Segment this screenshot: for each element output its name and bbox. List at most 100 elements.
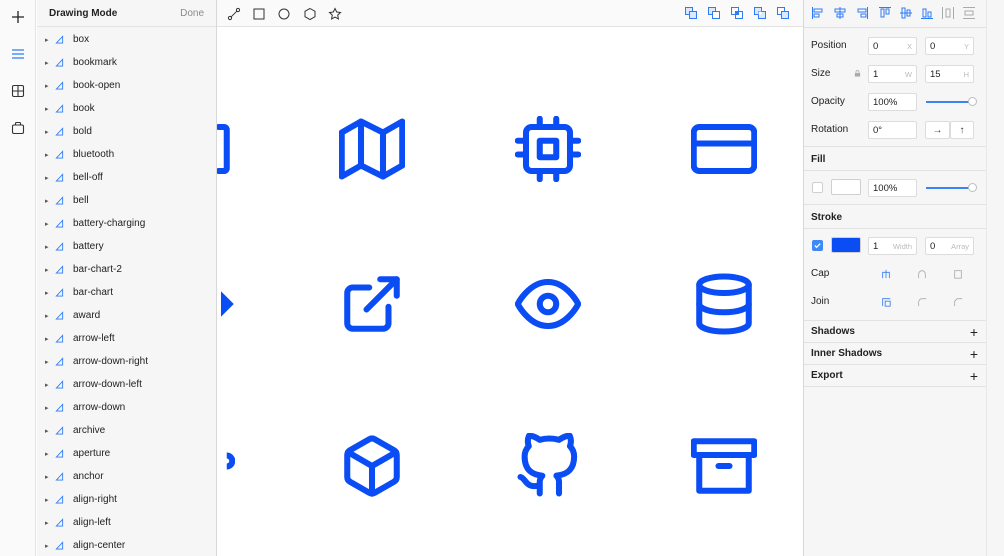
align-middle-icon[interactable] xyxy=(899,6,915,22)
add-export-button[interactable]: + xyxy=(970,369,978,383)
bag-icon[interactable] xyxy=(6,116,30,140)
height-field[interactable]: 15 H xyxy=(925,65,974,83)
layer-item[interactable]: ▸ bell xyxy=(37,189,217,212)
scrollbar[interactable] xyxy=(986,0,1004,556)
fill-opacity-slider[interactable] xyxy=(926,187,972,189)
disclosure-triangle-icon[interactable]: ▸ xyxy=(45,450,55,458)
polygon-icon[interactable] xyxy=(301,5,319,23)
disclosure-triangle-icon[interactable]: ▸ xyxy=(45,82,55,90)
layer-item[interactable]: ▸ box xyxy=(37,28,217,51)
star-icon[interactable] xyxy=(326,5,344,23)
rectangle-icon[interactable] xyxy=(250,5,268,23)
layer-item[interactable]: ▸ bar-chart xyxy=(37,281,217,304)
add-shadow-button[interactable]: + xyxy=(970,325,978,339)
disclosure-triangle-icon[interactable]: ▸ xyxy=(45,197,55,205)
disclosure-triangle-icon[interactable]: ▸ xyxy=(45,381,55,389)
opacity-slider[interactable] xyxy=(926,101,972,103)
clipped-icon[interactable] xyxy=(217,271,235,337)
cap-square-icon[interactable] xyxy=(946,266,970,282)
cpu-icon[interactable] xyxy=(514,115,582,183)
archive-icon[interactable] xyxy=(690,433,758,499)
canvas[interactable] xyxy=(217,28,803,556)
flatten-icon[interactable] xyxy=(776,6,792,22)
layer-item[interactable]: ▸ arrow-down-left xyxy=(37,373,217,396)
align-right-icon[interactable] xyxy=(855,6,871,22)
distribute-v-icon[interactable] xyxy=(962,6,978,22)
distribute-h-icon[interactable] xyxy=(941,6,957,22)
layer-item[interactable]: ▸ aperture xyxy=(37,442,217,465)
disclosure-triangle-icon[interactable]: ▸ xyxy=(45,473,55,481)
layer-item[interactable]: ▸ archive xyxy=(37,419,217,442)
disclosure-triangle-icon[interactable]: ▸ xyxy=(45,289,55,297)
disclosure-triangle-icon[interactable]: ▸ xyxy=(45,519,55,527)
box-icon[interactable] xyxy=(339,433,405,499)
cap-butt-icon[interactable] xyxy=(874,266,898,282)
lock-icon[interactable] xyxy=(854,70,861,79)
disclosure-triangle-icon[interactable]: ▸ xyxy=(45,220,55,228)
map-icon[interactable] xyxy=(338,116,406,182)
disclosure-triangle-icon[interactable]: ▸ xyxy=(45,128,55,136)
disclosure-triangle-icon[interactable]: ▸ xyxy=(45,496,55,504)
layer-item[interactable]: ▸ align-center xyxy=(37,534,217,556)
align-top-icon[interactable] xyxy=(878,6,894,22)
fill-opacity-field[interactable]: 100% xyxy=(868,179,917,197)
align-bottom-icon[interactable] xyxy=(920,6,936,22)
disclosure-triangle-icon[interactable]: ▸ xyxy=(45,358,55,366)
disclosure-triangle-icon[interactable]: ▸ xyxy=(45,105,55,113)
done-button[interactable]: Done xyxy=(180,8,204,19)
join-miter-icon[interactable] xyxy=(874,294,898,310)
stroke-checkbox[interactable] xyxy=(812,240,823,251)
union-icon[interactable] xyxy=(684,6,700,22)
align-left-icon[interactable] xyxy=(811,6,827,22)
disclosure-triangle-icon[interactable]: ▸ xyxy=(45,404,55,412)
align-center-h-icon[interactable] xyxy=(833,6,849,22)
join-round-icon[interactable] xyxy=(910,294,934,310)
layer-item[interactable]: ▸ arrow-left xyxy=(37,327,217,350)
clipped-icon[interactable] xyxy=(217,116,235,182)
layer-item[interactable]: ▸ battery xyxy=(37,235,217,258)
github-icon[interactable] xyxy=(515,432,581,499)
fill-opacity-slider-knob[interactable] xyxy=(968,183,977,192)
layer-item[interactable]: ▸ bold xyxy=(37,120,217,143)
shadows-row[interactable]: Shadows + xyxy=(804,320,987,342)
flip-vertical-button[interactable]: ↑ xyxy=(950,121,974,139)
layer-item[interactable]: ▸ align-right xyxy=(37,488,217,511)
layer-item[interactable]: ▸ bookmark xyxy=(37,51,217,74)
disclosure-triangle-icon[interactable]: ▸ xyxy=(45,335,55,343)
rotation-field[interactable]: 0° xyxy=(868,121,917,139)
position-x-field[interactable]: 0 X xyxy=(868,37,917,55)
stroke-color-swatch[interactable] xyxy=(831,237,861,253)
disclosure-triangle-icon[interactable]: ▸ xyxy=(45,312,55,320)
layer-item[interactable]: ▸ bell-off xyxy=(37,166,217,189)
position-y-field[interactable]: 0 Y xyxy=(925,37,974,55)
grid-icon[interactable] xyxy=(6,79,30,103)
flip-horizontal-button[interactable]: → xyxy=(925,121,950,139)
layer-item[interactable]: ▸ book-open xyxy=(37,74,217,97)
disclosure-triangle-icon[interactable]: ▸ xyxy=(45,266,55,274)
disclosure-triangle-icon[interactable]: ▸ xyxy=(45,243,55,251)
cap-round-icon[interactable] xyxy=(910,266,934,282)
ellipse-icon[interactable] xyxy=(275,5,293,23)
eye-icon[interactable] xyxy=(514,271,582,337)
external-link-icon[interactable] xyxy=(339,271,405,337)
intersect-icon[interactable] xyxy=(730,6,746,22)
layer-item[interactable]: ▸ arrow-down xyxy=(37,396,217,419)
layer-item[interactable]: ▸ book xyxy=(37,97,217,120)
layer-item[interactable]: ▸ bluetooth xyxy=(37,143,217,166)
layer-item[interactable]: ▸ align-left xyxy=(37,511,217,534)
inner-shadows-row[interactable]: Inner Shadows + xyxy=(804,342,987,364)
disclosure-triangle-icon[interactable]: ▸ xyxy=(45,174,55,182)
clipped-icon[interactable] xyxy=(217,428,236,494)
layer-item[interactable]: ▸ battery-charging xyxy=(37,212,217,235)
add-inner-shadow-button[interactable]: + xyxy=(970,347,978,361)
database-icon[interactable] xyxy=(691,271,757,337)
menu-icon[interactable] xyxy=(6,42,30,66)
layer-item[interactable]: ▸ arrow-down-right xyxy=(37,350,217,373)
disclosure-triangle-icon[interactable]: ▸ xyxy=(45,36,55,44)
pen-tool-icon[interactable] xyxy=(225,5,243,23)
layer-item[interactable]: ▸ award xyxy=(37,304,217,327)
disclosure-triangle-icon[interactable]: ▸ xyxy=(45,427,55,435)
disclosure-triangle-icon[interactable]: ▸ xyxy=(45,542,55,550)
difference-icon[interactable] xyxy=(753,6,769,22)
opacity-field[interactable]: 100% xyxy=(868,93,917,111)
